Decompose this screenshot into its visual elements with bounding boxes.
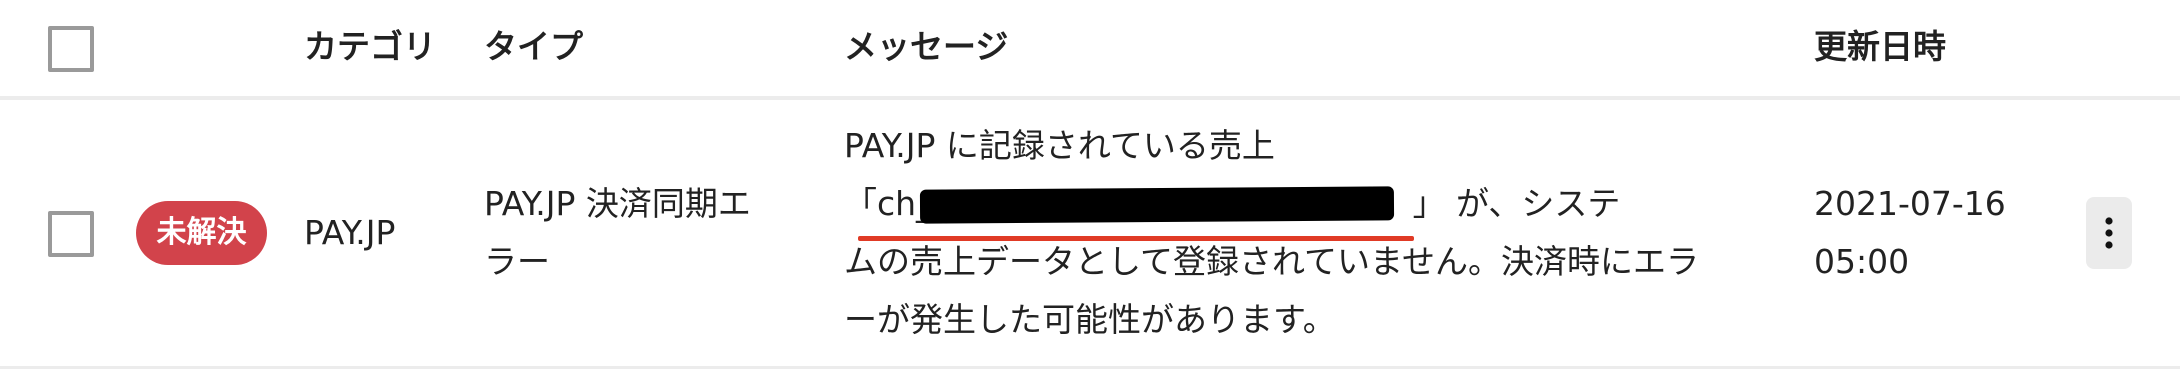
updated-date: 2021-07-16 <box>1814 184 2006 223</box>
more-vertical-icon <box>2105 217 2113 249</box>
message-line-3: ムの売上データとして登録されていません。決済時にエラ <box>844 242 1700 281</box>
type-text-line-1: PAY.JP 決済同期エ <box>484 184 751 223</box>
status-badge: 未解決 <box>136 201 267 265</box>
column-header-message[interactable]: メッセージ <box>844 22 1008 72</box>
category-cell: PAY.JP <box>304 213 396 252</box>
table-row: 未解決 PAY.JP PAY.JP 決済同期エ ラー PAY.JP に記録されて… <box>0 100 2180 369</box>
type-cell: PAY.JP 決済同期エ ラー <box>484 175 814 291</box>
alerts-table: カテゴリ タイプ メッセージ 更新日時 未解決 PAY.JP PAY.JP 決済… <box>0 0 2180 370</box>
column-header-updated[interactable]: 更新日時 <box>1814 22 1946 72</box>
column-header-type[interactable]: タイプ <box>484 22 583 72</box>
row-actions-button[interactable] <box>2086 197 2132 269</box>
charge-id: 「ch_」 <box>844 175 1446 241</box>
type-text-line-2: ラー <box>484 242 550 281</box>
message-line-2-rest: が、システ <box>1445 184 1621 223</box>
updated-cell: 2021-07-16 05:00 <box>1814 175 2006 291</box>
table-header-row: カテゴリ タイプ メッセージ 更新日時 <box>0 0 2180 100</box>
column-header-category[interactable]: カテゴリ <box>304 22 436 72</box>
updated-time: 05:00 <box>1814 242 1910 281</box>
message-line-2: 「ch_」 が、システ <box>844 175 1774 241</box>
message-cell: PAY.JP に記録されている売上 「ch_」 が、システ ムの売上データとして… <box>844 117 1774 349</box>
message-line-1: PAY.JP に記録されている売上 <box>844 126 1275 165</box>
message-line-4: ーが発生した可能性があります。 <box>844 300 1336 339</box>
row-select-checkbox[interactable] <box>48 211 94 257</box>
redaction-mark <box>919 186 1395 224</box>
select-all-checkbox[interactable] <box>48 26 94 72</box>
charge-id-suffix: 」 <box>1412 184 1446 223</box>
